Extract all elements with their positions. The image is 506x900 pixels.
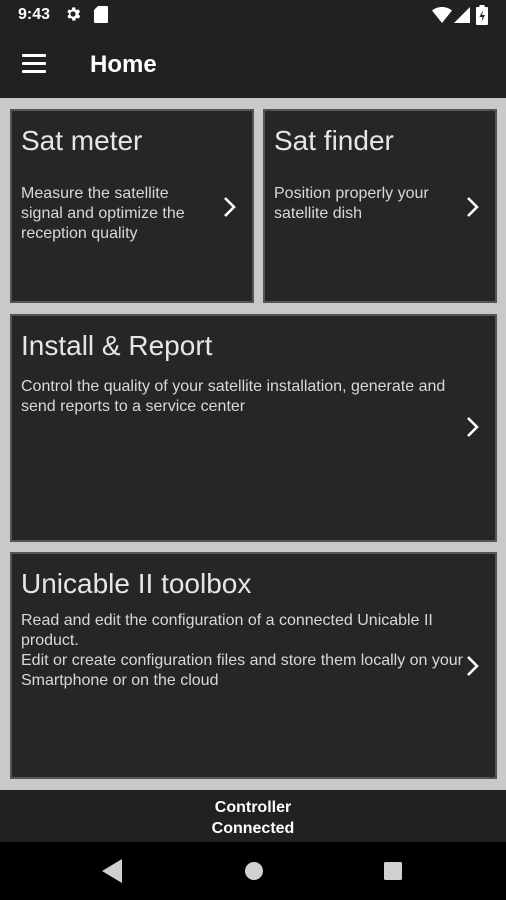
home-icon[interactable] [244, 861, 264, 881]
recents-icon[interactable] [384, 862, 402, 880]
controller-status: Controller Connected [0, 790, 506, 842]
controller-status-line2: Connected [211, 820, 295, 837]
chevron-right-icon [467, 197, 479, 217]
page-title: Home [90, 51, 157, 78]
hamburger-menu-icon[interactable] [22, 54, 48, 74]
chevron-right-icon [467, 417, 479, 437]
sd-card-icon [94, 6, 108, 23]
wifi-icon [432, 7, 452, 23]
battery-icon [476, 5, 488, 25]
card-description: Read and edit the configuration of a con… [21, 611, 471, 691]
unicable-toolbox-card[interactable]: Unicable II toolbox Read and edit the co… [10, 552, 497, 779]
install-report-card[interactable]: Install & Report Control the quality of … [10, 314, 497, 542]
card-description-line: Edit or create configuration files and s… [21, 652, 464, 689]
card-title: Unicable II toolbox [21, 568, 252, 599]
status-time: 9:43 [18, 6, 51, 23]
chevron-right-icon [224, 197, 236, 217]
card-description: Position properly your satellite dish [274, 185, 429, 222]
card-grid: Sat meter Measure the satellite signal a… [0, 98, 506, 790]
card-description-line: Read and edit the configuration of a con… [21, 612, 433, 649]
card-title: Sat finder [274, 125, 394, 156]
chevron-right-icon [467, 656, 479, 676]
status-bar: 9:43 [0, 0, 506, 32]
card-description: Measure the satellite signal and optimiz… [21, 185, 185, 242]
system-nav-bar [0, 842, 506, 900]
card-description: Control the quality of your satellite in… [21, 378, 446, 415]
sat-finder-card[interactable]: Sat finder Position properly your satell… [263, 109, 497, 303]
card-title: Install & Report [21, 330, 213, 361]
back-icon[interactable] [101, 858, 123, 884]
sat-meter-card[interactable]: Sat meter Measure the satellite signal a… [10, 109, 254, 303]
app-bar: Home [0, 32, 506, 98]
card-title: Sat meter [21, 125, 143, 156]
signal-icon [454, 7, 470, 23]
controller-status-line1: Controller [214, 799, 292, 816]
gear-icon [67, 7, 81, 21]
